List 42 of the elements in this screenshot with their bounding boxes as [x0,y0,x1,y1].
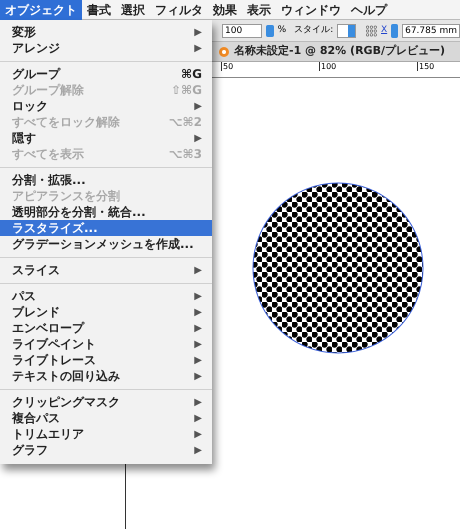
menu-item[interactable]: 分割・拡張... [0,172,212,188]
menu-item[interactable]: ライブトレース ▶ [0,352,212,368]
menu-bar-item[interactable]: オブジェクト [0,0,82,20]
menu-item[interactable]: パス ▶ [0,288,212,304]
stepper-icon[interactable] [391,24,398,38]
document-title: 名称未設定-1 @ 82% (RGB/プレビュー) [234,43,445,60]
menu-item[interactable]: エンベロープ ▶ [0,320,212,336]
menu-bar-item[interactable]: 効果 [208,0,242,20]
ruler-label: 100 [319,62,336,71]
x-label[interactable]: X [381,24,388,38]
menu-bar-item[interactable]: フィルタ [150,0,208,20]
menu-item[interactable]: ロック ▶ [0,98,212,114]
menu-item[interactable]: アレンジ ▶ [0,40,212,56]
menu-bar-item[interactable]: 選択 [116,0,150,20]
reference-point-icon[interactable] [366,24,377,38]
menu-item[interactable]: 透明部分を分割・統合... [0,204,212,220]
dropdown-icon[interactable] [266,24,274,36]
menu-item[interactable]: ブレンド ▶ [0,304,212,320]
menu-item[interactable]: 変形 ▶ [0,24,212,40]
document-icon [218,46,230,58]
menu-item[interactable]: 隠す ▶ [0,130,212,146]
style-dropdown[interactable] [337,24,356,38]
menu-item[interactable]: スライス ▶ [0,262,212,278]
ruler-label: 150 [417,62,434,71]
menu-bar-item[interactable]: ウィンドウ [276,0,346,20]
menu-item[interactable]: グループ ⌘G [0,66,212,82]
menu-item[interactable]: グラデーションメッシュを作成... [0,236,212,252]
menu-item[interactable]: グラフ ▶ [0,442,212,458]
style-label: スタイル: [294,24,334,37]
menu-item[interactable]: ライブペイント ▶ [0,336,212,352]
menu-item[interactable]: ラスタライズ... [0,220,212,236]
x-field[interactable]: 67.785 mm [402,24,460,38]
menu-bar-item[interactable]: 書式 [82,0,116,20]
menu-bar-item[interactable]: ヘルプ [346,0,392,20]
menu-item[interactable]: クリッピングマスク ▶ [0,394,212,410]
opacity-field[interactable]: 100 [222,24,262,38]
menu-item[interactable]: トリムエリア ▶ [0,426,212,442]
menu-bar-item[interactable]: 表示 [242,0,276,20]
menu-item[interactable]: テキストの回り込み ▶ [0,368,212,384]
menu-item[interactable]: 複合パス ▶ [0,410,212,426]
percent-label: % [278,24,286,37]
ruler-label: 50 [221,62,234,71]
